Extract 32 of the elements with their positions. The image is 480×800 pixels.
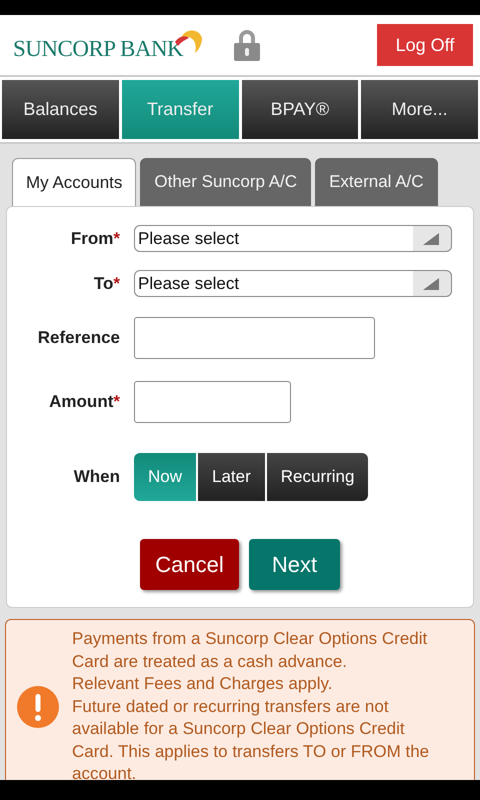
required-mark: *: [113, 274, 120, 292]
notice-text: Relevant Fees and Charges apply.: [72, 673, 334, 695]
account-tab[interactable]: External A/C: [315, 158, 438, 206]
nav-tab[interactable]: More...: [361, 80, 478, 139]
bank-logo-text: SUNCORP BANK: [13, 36, 184, 62]
field-label: From: [70, 228, 114, 248]
dropdown-corner-icon: [423, 232, 439, 244]
next-button[interactable]: Next: [249, 539, 340, 590]
required-mark: *: [113, 392, 120, 411]
schedule-option[interactable]: Later: [198, 453, 265, 501]
padlock-icon: [233, 29, 262, 61]
input-field[interactable]: [134, 317, 375, 359]
account-tab[interactable]: Other Suncorp A/C: [140, 158, 312, 206]
log-off-button[interactable]: Log Off: [377, 24, 473, 66]
field-label: To: [94, 274, 114, 292]
cancel-button[interactable]: Cancel: [140, 539, 239, 590]
nav-tab[interactable]: BPAY®: [242, 80, 358, 139]
schedule-option[interactable]: Now: [134, 453, 196, 501]
input-field[interactable]: [134, 381, 291, 423]
required-mark: *: [113, 228, 120, 248]
field-label: When: [72, 467, 121, 487]
dropdown-corner-icon: [423, 278, 439, 290]
warning-icon: [16, 684, 60, 729]
notice-text: Payments from a Suncorp Clear Options Credit Card are treated as a cash advance.: [72, 628, 428, 672]
field-label: Amount: [49, 392, 114, 411]
nav-tab[interactable]: Balances: [2, 80, 119, 139]
schedule-option[interactable]: Recurring: [266, 453, 368, 501]
notice-text: Future dated or recurring transfers are not available for a Suncorp Clear Options Credit Card. This applies to transfers TO or FROM the account.: [72, 696, 430, 785]
account-select[interactable]: Please select: [134, 270, 452, 297]
account-select[interactable]: Please select: [134, 225, 452, 252]
account-tab[interactable]: My Accounts: [12, 158, 136, 206]
field-label: Reference: [38, 328, 120, 347]
